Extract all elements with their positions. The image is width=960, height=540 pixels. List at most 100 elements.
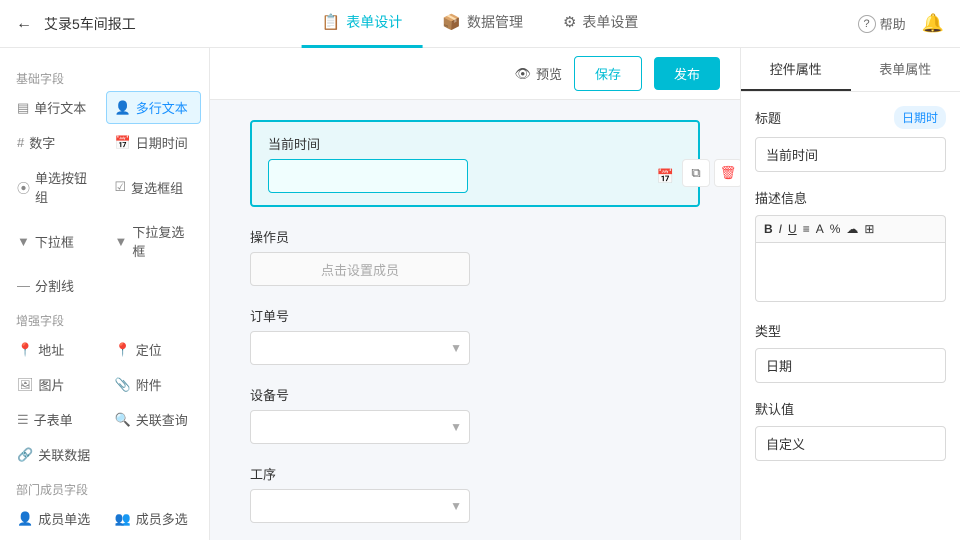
sidebar-item-radio[interactable]: ⦿ 单选按钮组: [8, 161, 104, 213]
number-icon: #: [17, 135, 24, 150]
sidebar-item-dropdown[interactable]: ▼ 下拉框: [8, 215, 104, 267]
page-title: 艾录5车间报工: [44, 14, 136, 34]
bold-button[interactable]: B: [764, 222, 773, 236]
sidebar-item-divider[interactable]: — 分割线: [8, 269, 104, 302]
data-management-icon: 📦: [442, 13, 461, 31]
form-design-icon: 📋: [322, 13, 341, 31]
sidebar-item-single-text[interactable]: ▤ 单行文本: [8, 91, 104, 124]
right-panel-tabs: 控件属性 表单属性: [741, 48, 960, 92]
top-nav: ← 艾录5车间报工 📋 表单设计 📦 数据管理 ⚙ 表单设置 ? 帮助 🔔: [0, 0, 960, 48]
datetime-input[interactable]: [268, 159, 468, 193]
location-icon: 📍: [115, 342, 131, 358]
help-icon: ?: [858, 15, 876, 33]
italic-button[interactable]: I: [779, 222, 782, 236]
operator-label: 操作员: [250, 227, 700, 246]
device-no-select-wrap: ▼: [250, 410, 470, 444]
rp-desc-toolbar: B I U ≡ A % ☁ ⊞: [755, 215, 946, 242]
dropdown-multi-icon: ▼: [115, 234, 128, 249]
rp-title-section: 标题 日期时 当前时间: [755, 106, 946, 172]
tab-widget-props[interactable]: 控件属性: [741, 48, 851, 91]
basic-fields-title: 基础字段: [8, 64, 201, 91]
rp-desc-textarea[interactable]: [755, 242, 946, 302]
sidebar-item-multi-text[interactable]: 👤 多行文本: [106, 91, 202, 124]
help-button[interactable]: ? 帮助: [858, 14, 906, 33]
rp-desc-label: 描述信息: [755, 188, 946, 207]
order-no-select[interactable]: [250, 331, 470, 365]
datetime-input-wrap: 📅 ⧉ 🗑: [268, 159, 682, 193]
font-color-button[interactable]: A: [816, 222, 824, 236]
device-no-select[interactable]: [250, 410, 470, 444]
rp-title-label: 标题 日期时: [755, 106, 946, 129]
sidebar-item-member-single[interactable]: 👤 成员单选: [8, 502, 104, 535]
rp-default-value[interactable]: 自定义: [755, 426, 946, 461]
nav-right-actions: ? 帮助 🔔: [858, 13, 944, 34]
sidebar-item-assoc-data[interactable]: 🔗 关联数据: [8, 438, 104, 471]
rp-desc-section: 描述信息 B I U ≡ A % ☁ ⊞: [755, 188, 946, 305]
rp-type-value[interactable]: 日期: [755, 348, 946, 383]
tab-form-design[interactable]: 📋 表单设计: [302, 0, 423, 48]
sidebar-item-assoc-query[interactable]: 🔍 关联查询: [106, 403, 202, 436]
content-area: 👁 预览 保存 发布 当前时间 📅 ⧉: [210, 48, 740, 540]
divider-icon: —: [17, 278, 30, 293]
copy-field-button[interactable]: ⧉: [682, 159, 710, 187]
field-operator: 操作员 点击设置成员: [250, 227, 700, 286]
cloud-button[interactable]: ☁: [846, 222, 858, 236]
member-fields-title: 部门成员字段: [8, 475, 201, 502]
delete-field-button[interactable]: 🗑: [714, 159, 740, 187]
tab-data-management[interactable]: 📦 数据管理: [422, 0, 543, 48]
publish-button[interactable]: 发布: [654, 57, 720, 90]
table-button[interactable]: ⊞: [864, 222, 874, 236]
member-single-icon: 👤: [17, 511, 33, 527]
subform-icon: ☰: [17, 412, 29, 428]
sidebar-item-location[interactable]: 📍 定位: [106, 333, 202, 366]
assoc-query-icon: 🔍: [115, 412, 131, 428]
save-button[interactable]: 保存: [574, 56, 642, 91]
dropdown-icon: ▼: [17, 234, 30, 249]
percent-button[interactable]: %: [830, 222, 841, 236]
basic-fields-grid: ▤ 单行文本 👤 多行文本 # 数字 📅 日期时间 ⦿ 单选按钮组: [8, 91, 201, 302]
operator-member-input[interactable]: 点击设置成员: [250, 252, 470, 286]
copy-icon: ⧉: [691, 165, 700, 181]
member-fields-grid: 👤 成员单选 👥 成员多选 🏢 部门单选 🏢 部门多选: [8, 502, 201, 540]
process-label: 工序: [250, 464, 700, 483]
sidebar: 基础字段 ▤ 单行文本 👤 多行文本 # 数字 📅 日期时间: [0, 48, 210, 540]
form-canvas: 当前时间 📅 ⧉ 🗑 操作员: [210, 100, 740, 540]
tab-form-settings[interactable]: ⚙ 表单设置: [543, 0, 658, 48]
sidebar-item-subform[interactable]: ☰ 子表单: [8, 403, 104, 436]
notification-button[interactable]: 🔔: [922, 13, 944, 34]
calendar-icon: 📅: [657, 168, 674, 185]
rp-title-value[interactable]: 当前时间: [755, 137, 946, 172]
sidebar-item-image[interactable]: 🖼 图片: [8, 368, 104, 401]
preview-icon: 👁: [514, 66, 531, 82]
sidebar-item-address[interactable]: 📍 地址: [8, 333, 104, 366]
preview-button[interactable]: 👁 预览: [514, 64, 562, 83]
underline-button[interactable]: U: [788, 222, 797, 236]
delete-icon: 🗑: [720, 165, 737, 181]
sidebar-item-number[interactable]: # 数字: [8, 126, 104, 159]
order-no-label: 订单号: [250, 306, 700, 325]
assoc-data-icon: 🔗: [17, 447, 33, 463]
back-button[interactable]: ←: [16, 15, 36, 33]
align-button[interactable]: ≡: [803, 222, 810, 236]
main-layout: 基础字段 ▤ 单行文本 👤 多行文本 # 数字 📅 日期时间: [0, 48, 960, 540]
datetime-field-actions: ⧉ 🗑: [682, 159, 740, 187]
sidebar-item-checkbox[interactable]: ☑ 复选框组: [106, 161, 202, 213]
rp-type-label: 类型: [755, 321, 946, 340]
center-tabs: 📋 表单设计 📦 数据管理 ⚙ 表单设置: [302, 0, 659, 48]
process-select[interactable]: [250, 489, 470, 523]
field-datetime: 当前时间 📅 ⧉ 🗑: [250, 120, 700, 207]
sidebar-item-member-multi[interactable]: 👥 成员多选: [106, 502, 202, 535]
order-no-select-wrap: ▼: [250, 331, 470, 365]
tab-form-props[interactable]: 表单属性: [851, 48, 960, 91]
device-no-label: 设备号: [250, 385, 700, 404]
right-panel: 控件属性 表单属性 标题 日期时 当前时间 描述信息 B: [740, 48, 960, 540]
radio-icon: ⦿: [17, 178, 30, 197]
back-icon: ←: [16, 15, 32, 33]
sidebar-item-dropdown-multi[interactable]: ▼ 下拉复选框: [106, 215, 202, 267]
rp-title-badge: 日期时: [894, 106, 946, 129]
sidebar-item-datetime[interactable]: 📅 日期时间: [106, 126, 202, 159]
sidebar-item-attachment[interactable]: 📎 附件: [106, 368, 202, 401]
multi-text-icon: 👤: [115, 100, 131, 116]
notification-icon: 🔔: [922, 13, 944, 33]
content-toolbar: 👁 预览 保存 发布: [210, 48, 740, 100]
